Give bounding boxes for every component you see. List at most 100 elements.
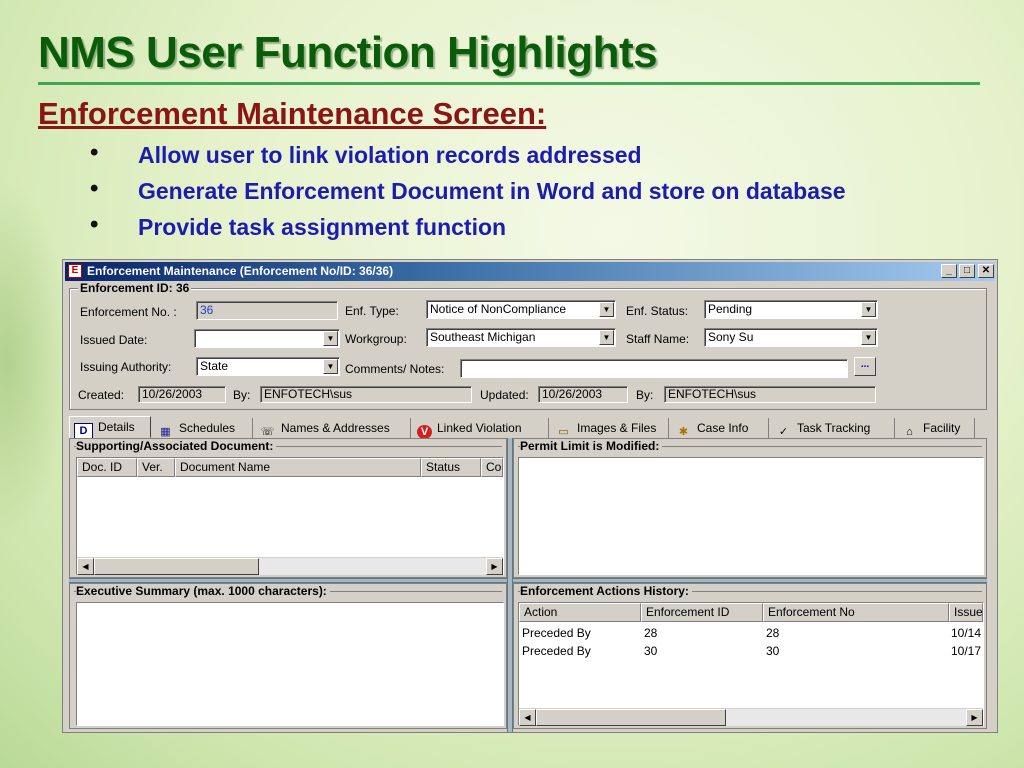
table-row[interactable]: Preceded By 30 30 10/17 [519,642,983,660]
tab-label: Schedules [179,421,236,435]
created-date-field: 10/26/2003 [138,386,226,403]
horizontal-scrollbar[interactable]: ◀ ▶ [77,557,503,575]
comments-browse-button[interactable]: ... [854,357,876,376]
chevron-down-icon[interactable]: ▼ [861,330,876,345]
bullet-text: Allow user to link violation records add… [138,142,642,168]
tab-images-files[interactable]: ▭ Images & Files [551,418,669,438]
maximize-button[interactable]: □ [959,264,975,278]
column-header[interactable]: Co [481,458,503,477]
scroll-left-icon[interactable]: ◀ [519,709,536,726]
table-cell: Preceded By [522,626,591,640]
column-header[interactable]: Enforcement ID [641,603,763,622]
column-header[interactable]: Status [421,458,481,477]
issuing-authority-label: Issuing Authority: [80,360,172,374]
tab-names-addresses[interactable]: ☏ Names & Addresses [255,418,411,438]
scroll-right-icon[interactable]: ▶ [486,558,503,575]
table-cell: 28 [766,626,780,640]
enforcement-no-field[interactable]: 36 [196,301,338,320]
bullet-dot: • [90,211,99,238]
table-cell: 10/17 [951,644,982,658]
tab-label: Task Tracking [797,421,871,435]
table-cell: 30 [766,644,780,658]
window-title: Enforcement Maintenance (Enforcement No/… [87,264,394,278]
factory-icon: ⌂ [906,426,913,438]
chevron-down-icon[interactable]: ▼ [599,330,614,345]
executive-summary-textarea[interactable] [76,602,504,726]
scroll-thumb[interactable] [536,709,726,726]
chevron-down-icon[interactable]: ▼ [599,302,614,317]
slide-subtitle: Enforcement Maintenance Screen: [38,96,547,131]
staff-name-value: Sony Su [708,330,754,344]
chevron-down-icon[interactable]: ▼ [861,302,876,317]
column-header[interactable]: Ver. [137,458,175,477]
created-by-label: By: [233,388,251,402]
task-tracking-icon: ✓ [778,426,789,438]
tab-details[interactable]: D Details [69,416,151,439]
enf-status-value: Pending [708,302,753,316]
tab-label: Linked Violation [437,421,522,435]
close-button[interactable]: ✕ [978,264,994,278]
enf-type-select[interactable]: Notice of NonCompliance ▼ [426,300,616,319]
tab-label: Case Info [697,421,749,435]
enforcement-id-caption: Enforcement ID: 36 [78,281,192,295]
tab-facility[interactable]: ⌂ Facility [897,418,975,438]
chevron-down-icon[interactable]: ▼ [323,331,338,346]
case-info-icon: ✱ [678,426,689,438]
horizontal-scrollbar[interactable]: ◀ ▶ [519,708,983,726]
supporting-documents-pane: Supporting/Associated Document: Doc. ID … [69,438,507,578]
bullet-text: Provide task assignment function [138,214,507,240]
table-header: Action Enforcement ID Enforcement No Iss… [519,603,983,622]
executive-summary-caption: Executive Summary (max. 1000 characters)… [76,584,330,598]
title-divider [38,82,980,85]
app-icon[interactable]: E [68,264,82,278]
enf-status-label: Enf. Status: [626,304,689,318]
bullet-dot: • [90,139,99,166]
permit-limit-area[interactable] [518,457,984,575]
tab-case-info[interactable]: ✱ Case Info [671,418,769,438]
issued-date-select[interactable]: ▼ [194,329,340,348]
created-by-field: ENFOTECH\sus [260,386,472,403]
window-titlebar[interactable]: E Enforcement Maintenance (Enforcement N… [65,262,995,281]
column-header[interactable]: Action [519,603,641,622]
table-row[interactable]: Preceded By 28 28 10/14 [519,624,983,642]
column-header[interactable]: Document Name [175,458,421,477]
supporting-documents-table[interactable]: Doc. ID Ver. Document Name Status Co ◀ ▶ [76,457,504,575]
updated-label: Updated: [480,388,529,402]
staff-name-select[interactable]: Sony Su ▼ [704,328,878,347]
enf-type-value: Notice of NonCompliance [430,302,567,316]
updated-by-field: ENFOTECH\sus [664,386,876,403]
minimize-button[interactable]: _ [941,264,957,278]
enforcement-id-group: Enforcement ID: 36 Enforcement No. : 36 … [69,281,987,410]
updated-date-field: 10/26/2003 [538,386,628,403]
violation-icon: V [417,425,432,439]
column-header[interactable]: Doc. ID [77,458,137,477]
table-header: Doc. ID Ver. Document Name Status Co [77,458,503,477]
folder-images-icon: ▭ [558,426,569,438]
column-header[interactable]: Issue [949,603,983,622]
workgroup-select[interactable]: Southeast Michigan ▼ [426,328,616,347]
issued-date-label: Issued Date: [80,333,148,347]
actions-history-caption: Enforcement Actions History: [520,584,692,598]
enf-status-select[interactable]: Pending ▼ [704,300,878,319]
table-cell: Preceded By [522,644,591,658]
actions-history-table[interactable]: Action Enforcement ID Enforcement No Iss… [518,602,984,726]
executive-summary-pane: Executive Summary (max. 1000 characters)… [69,583,507,729]
comments-input[interactable] [460,359,848,378]
workgroup-value: Southeast Michigan [430,330,536,344]
issuing-authority-select[interactable]: State ▼ [196,357,340,376]
tab-schedules[interactable]: ▦ Schedules [153,418,253,438]
tab-task-tracking[interactable]: ✓ Task Tracking [771,418,895,438]
details-icon: D [74,423,93,439]
scroll-thumb[interactable] [94,558,259,575]
column-header[interactable]: Enforcement No [763,603,949,622]
table-cell: 28 [644,626,658,640]
scroll-right-icon[interactable]: ▶ [966,709,983,726]
scroll-left-icon[interactable]: ◀ [77,558,94,575]
enf-type-label: Enf. Type: [345,304,399,318]
slide-title: NMS User Function Highlights [38,28,658,77]
permit-limit-pane: Permit Limit is Modified: [513,438,987,578]
tab-linked-violation[interactable]: V Linked Violation [413,418,549,439]
permit-limit-caption: Permit Limit is Modified: [520,439,663,453]
chevron-down-icon[interactable]: ▼ [323,359,338,374]
tab-label: Details [98,420,135,434]
